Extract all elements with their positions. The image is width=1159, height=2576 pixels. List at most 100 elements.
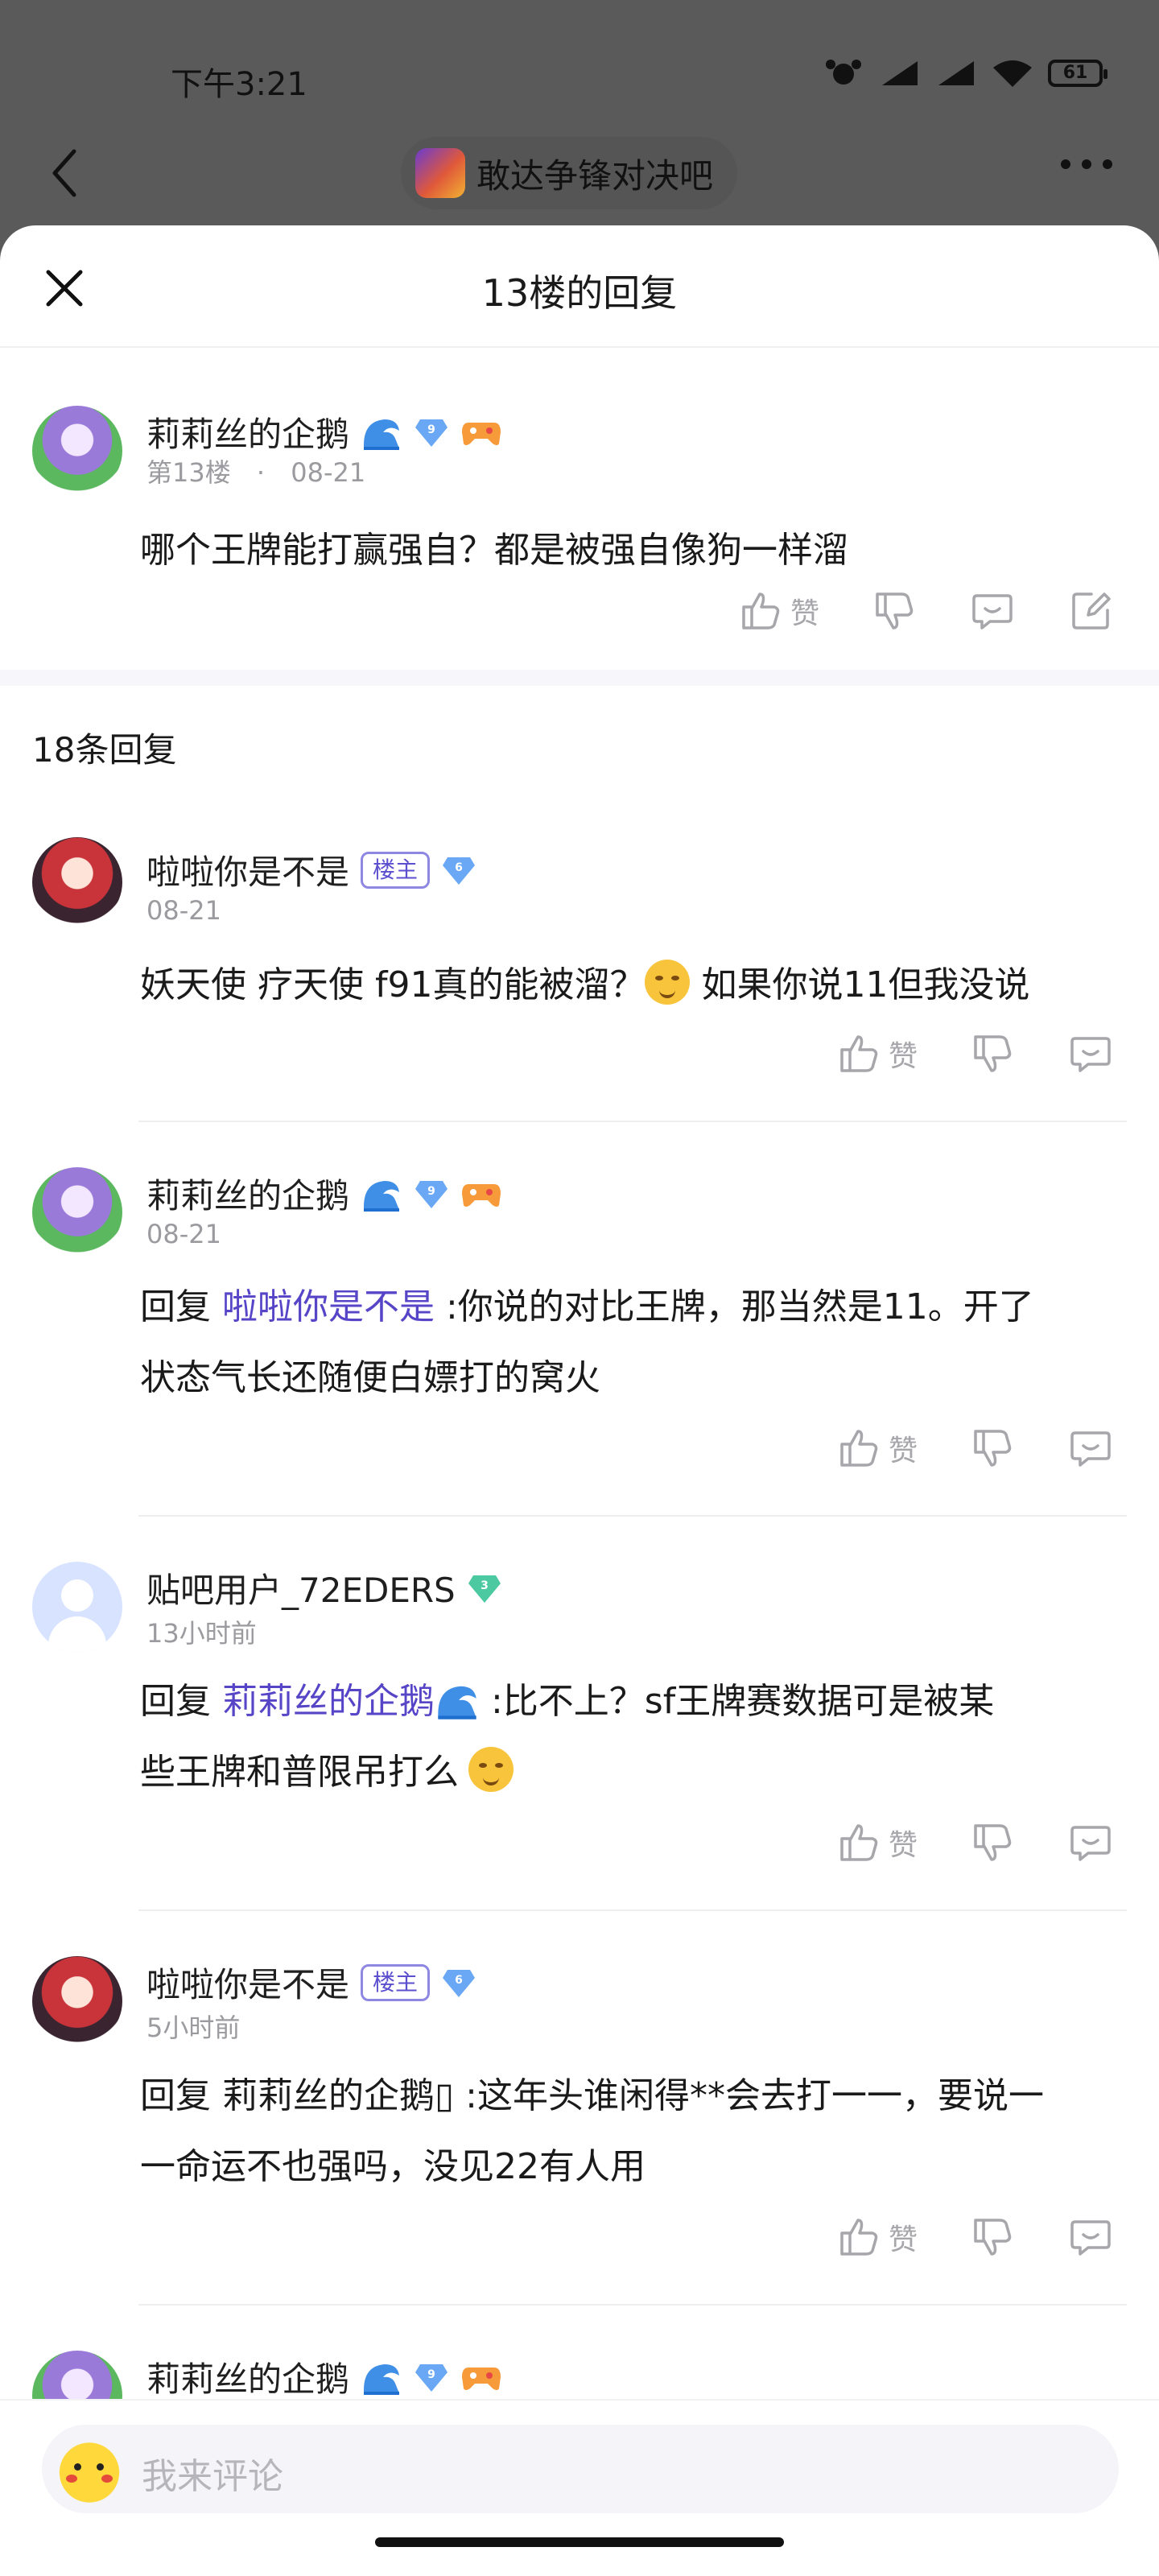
reply-to-link[interactable]: 莉莉丝的企鹅 <box>222 1681 435 1722</box>
thumbs-down-icon[interactable] <box>871 588 918 634</box>
svg-text:9: 9 <box>427 2368 435 2381</box>
thinking-emoji-icon <box>645 960 691 1005</box>
thumbs-down-icon[interactable] <box>969 1819 1016 1866</box>
gamepad-icon <box>462 2367 501 2390</box>
reply-time: 5小时前 <box>146 2013 241 2043</box>
comment-input[interactable]: 我来评论 <box>42 2425 1119 2513</box>
wave-icon <box>364 2363 400 2395</box>
wave-icon <box>364 419 400 450</box>
svg-text:9: 9 <box>427 423 435 436</box>
avatar[interactable] <box>32 406 122 496</box>
username: 啦啦你是不是 <box>146 1965 350 2004</box>
like-label: 赞 <box>889 2223 918 2256</box>
svg-text:6: 6 <box>455 861 463 874</box>
reply-to-link[interactable]: 啦啦你是不是 <box>222 1286 435 1327</box>
level-diamond-icon: 6 <box>443 1969 476 1997</box>
svg-text:3: 3 <box>481 1579 489 1592</box>
username: 莉莉丝的企鹅 <box>146 2359 350 2399</box>
host-badge: 楼主 <box>361 1963 431 2001</box>
comment-icon[interactable] <box>1067 2214 1114 2260</box>
sheet-title: 13楼的回复 <box>481 271 678 315</box>
back-arrow-icon[interactable] <box>42 145 90 201</box>
smile-emoji-icon <box>468 1747 514 1792</box>
reply-actions: 赞 <box>835 1030 1114 1077</box>
reply-username[interactable]: 啦啦你是不是 楼主 6 <box>146 1958 476 2007</box>
like-button[interactable]: 赞 <box>835 2214 918 2260</box>
like-button[interactable]: 赞 <box>835 1819 918 1866</box>
meta-separator: · <box>256 457 266 488</box>
thumbs-up-icon <box>840 1430 878 1467</box>
top-nav: 敢达争锋对决吧 <box>0 129 1159 217</box>
reply-divider <box>138 1121 1127 1122</box>
home-indicator[interactable] <box>375 2537 784 2547</box>
post-date: 08-21 <box>291 457 366 488</box>
avatar[interactable] <box>32 1956 122 2046</box>
comment-icon[interactable] <box>1067 1425 1114 1472</box>
comment-icon[interactable] <box>1067 1819 1114 1866</box>
svg-text:9: 9 <box>427 1185 435 1198</box>
gamepad-icon <box>462 422 501 445</box>
svg-text:6: 6 <box>455 1974 463 1987</box>
forum-title-pill[interactable]: 敢达争锋对决吧 <box>401 137 738 209</box>
floor-number: 第13楼 <box>146 457 231 488</box>
thumbs-up-icon <box>840 1035 878 1072</box>
main-post-username[interactable]: 莉莉丝的企鹅 9 <box>146 407 502 456</box>
main-post-content: 哪个王牌能打赢强自？都是被强自像狗一样溜 <box>140 530 848 571</box>
comment-placeholder: 我来评论 <box>142 2456 283 2497</box>
reply-content: 妖天使 疗天使 f91真的能被溜？ 如果你说11但我没说 <box>140 950 1130 1021</box>
more-icon[interactable] <box>1061 159 1112 169</box>
reply-count: 18条回复 <box>32 730 177 770</box>
avatar[interactable] <box>32 1167 122 1257</box>
reply-divider <box>138 1515 1127 1517</box>
status-bar: 下午3:21 61 <box>0 0 1159 121</box>
gamepad-icon <box>462 1183 501 1207</box>
battery-icon: 61 <box>1048 60 1107 87</box>
forum-name: 敢达争锋对决吧 <box>476 155 714 196</box>
status-icons: 61 <box>823 60 1107 87</box>
thumbs-down-icon[interactable] <box>969 1425 1016 1472</box>
like-label: 赞 <box>889 1829 918 1862</box>
alarm-icon <box>826 60 861 85</box>
like-label: 赞 <box>790 597 820 630</box>
level-diamond-icon: 9 <box>415 1180 448 1208</box>
reply-actions: 赞 <box>835 1425 1114 1472</box>
signal-icon-2 <box>938 61 974 85</box>
host-badge: 楼主 <box>361 851 431 889</box>
level-diamond-icon: 9 <box>415 419 448 447</box>
reply-username[interactable]: 啦啦你是不是 楼主 6 <box>146 845 476 894</box>
section-divider <box>0 670 1159 686</box>
reply-content: 回复 莉莉丝的企鹅▯ :这年头谁闲得**会去打一一，要说一 一命运不也强吗，没见2… <box>140 2075 1045 2187</box>
avatar[interactable] <box>32 1562 122 1652</box>
username: 贴吧用户_72EDERS <box>146 1571 456 1610</box>
reply-username[interactable]: 贴吧用户_72EDERS 3 <box>146 1563 502 1612</box>
reply-time: 08-21 <box>146 1219 221 1249</box>
user-avatar-icon <box>53 2433 126 2505</box>
wave-icon <box>438 1686 476 1719</box>
like-button[interactable]: 赞 <box>835 1030 918 1077</box>
like-button[interactable]: 赞 <box>737 588 819 634</box>
reply-username[interactable]: 莉莉丝的企鹅 9 <box>146 1169 502 1218</box>
sheet-header: 13楼的回复 <box>0 225 1159 348</box>
reply-content: 回复 莉莉丝的企鹅 :比不上？sf王牌赛数据可是被某 些王牌和普限吊打么 <box>140 1681 995 1793</box>
like-label: 赞 <box>889 1040 918 1073</box>
thumbs-down-icon[interactable] <box>969 1030 1016 1077</box>
status-time: 下午3:21 <box>171 66 307 103</box>
main-post-meta: 第13楼 · 08-21 <box>146 452 365 489</box>
level-diamond-icon: 9 <box>415 2363 448 2392</box>
thumbs-up-icon <box>742 592 780 630</box>
like-button[interactable]: 赞 <box>835 1425 918 1472</box>
comment-icon[interactable] <box>969 588 1016 634</box>
reply-sheet: 13楼的回复 莉莉丝的企鹅 9 第13楼 · 08-21 哪个王牌能打赢强自？都… <box>0 225 1159 2576</box>
like-label: 赞 <box>889 1435 918 1468</box>
edit-icon[interactable] <box>1067 588 1114 634</box>
wave-icon <box>364 1180 400 1212</box>
reply-divider <box>138 1909 1127 1911</box>
username: 莉莉丝的企鹅 <box>146 1176 350 1216</box>
thumbs-down-icon[interactable] <box>969 2214 1016 2260</box>
username: 莉莉丝的企鹅 <box>146 415 350 454</box>
avatar[interactable] <box>32 837 122 927</box>
comment-icon[interactable] <box>1067 1030 1114 1077</box>
reply-username[interactable]: 莉莉丝的企鹅 9 <box>146 2352 502 2401</box>
forum-avatar <box>415 148 465 198</box>
reply-actions: 赞 <box>835 1819 1114 1866</box>
